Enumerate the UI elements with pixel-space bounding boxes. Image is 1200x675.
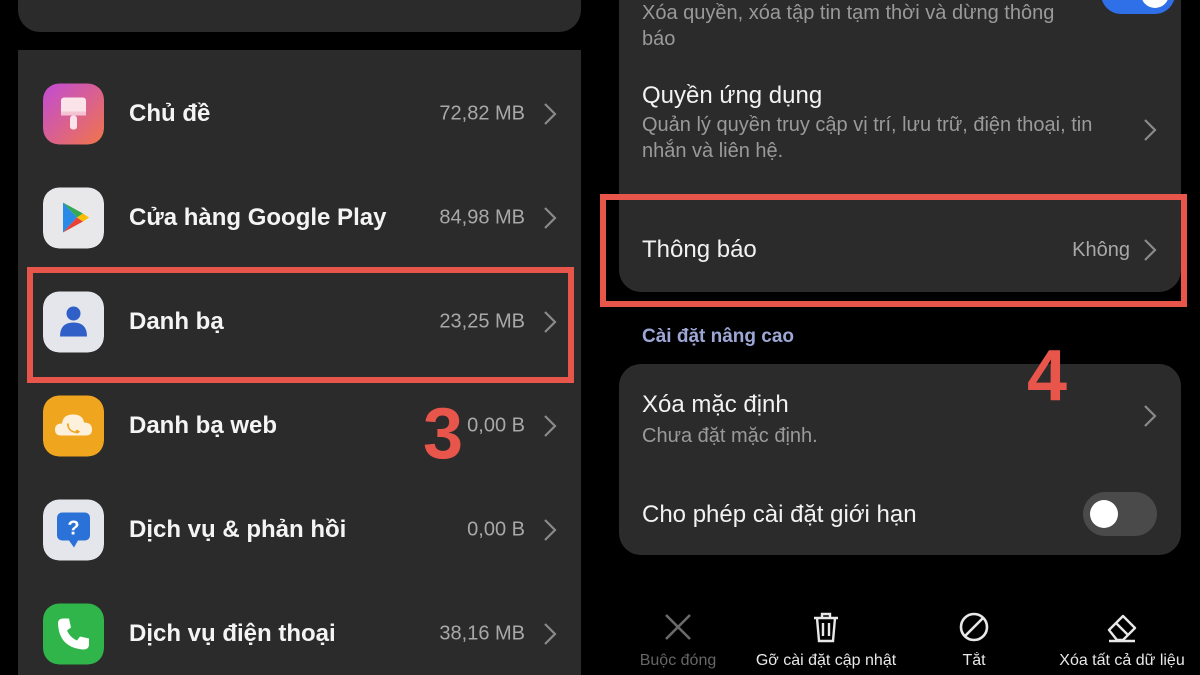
toggle-knob <box>1090 500 1118 528</box>
advanced-settings-header: Cài đặt nâng cao <box>642 326 795 347</box>
app-row-google-play[interactable]: Cửa hàng Google Play 84,98 MB <box>18 166 581 270</box>
eraser-icon <box>1107 614 1137 643</box>
clear-defaults-row[interactable]: Xóa mặc định Chưa đặt mặc định. <box>619 364 1181 464</box>
action-label: Gỡ cài đặt cập nhật <box>755 652 897 669</box>
app-name: Cửa hàng Google Play <box>129 204 387 231</box>
clear-defaults-title: Xóa mặc định <box>642 391 789 418</box>
app-name: Dịch vụ điện thoại <box>129 620 336 647</box>
app-size: 38,16 MB <box>439 622 525 645</box>
uninstall-updates-button[interactable]: Gỡ cài đặt cập nhật <box>751 610 901 672</box>
phone-handset-icon <box>43 603 104 665</box>
app-name: Danh bạ web <box>129 412 278 439</box>
app-name: Chủ đề <box>129 100 211 127</box>
app-name: Dịch vụ & phản hồi <box>129 516 347 543</box>
app-size: 0,00 B <box>467 414 525 437</box>
theme-brush-icon <box>43 83 104 145</box>
close-x-icon <box>665 614 691 640</box>
chevron-right-icon <box>543 622 557 646</box>
app-row-theme[interactable]: Chủ đề 72,82 MB <box>18 62 581 166</box>
app-permissions-row[interactable]: Quyền ứng dụng Quản lý quyền truy cập vị… <box>619 82 1181 186</box>
help-question-icon: ? <box>43 499 104 561</box>
action-label: Tắt <box>962 652 986 669</box>
step-4-highlight <box>600 194 1187 307</box>
app-permissions-title: Quyền ứng dụng <box>642 82 823 109</box>
clear-all-data-button[interactable]: Xóa tất cả dữ liệu <box>1047 610 1197 672</box>
svg-text:?: ? <box>67 518 79 540</box>
chevron-right-icon <box>543 414 557 438</box>
pause-app-toggle[interactable] <box>1101 0 1175 14</box>
force-stop-button[interactable]: Buộc đóng <box>603 610 753 672</box>
app-row-phone-services[interactable]: Dịch vụ điện thoại 38,16 MB <box>18 582 581 675</box>
advanced-card: Xóa mặc định Chưa đặt mặc định. Cho phép… <box>619 364 1181 555</box>
chevron-right-icon <box>1143 404 1157 428</box>
left-pane: Chủ đề 72,82 MB Cửa hàng Google Play 84,… <box>0 0 600 675</box>
step-3-highlight <box>27 267 574 383</box>
toggle-knob <box>1141 0 1169 8</box>
app-size: 0,00 B <box>467 518 525 541</box>
pause-app-description: Xóa quyền, xóa tập tin tạm thời và dừng … <box>642 2 1055 50</box>
app-permissions-sub: Quản lý quyền truy cập vị trí, lưu trữ, … <box>642 114 1093 162</box>
chevron-right-icon <box>543 102 557 126</box>
disable-button[interactable]: Tắt <box>899 610 1049 672</box>
step-3-label: 3 <box>423 394 464 474</box>
allow-restricted-title: Cho phép cài đặt giới hạn <box>642 501 917 528</box>
allow-restricted-toggle[interactable] <box>1083 492 1157 536</box>
right-pane: Xóa quyền, xóa tập tin tạm thời và dừng … <box>600 0 1200 675</box>
chevron-right-icon <box>543 518 557 542</box>
chevron-right-icon <box>543 206 557 230</box>
app-size: 84,98 MB <box>439 206 525 229</box>
chevron-right-icon <box>1143 118 1157 142</box>
action-label: Xóa tất cả dữ liệu <box>1059 652 1185 669</box>
bottom-action-bar: Buộc đóng Gỡ cài đặt cập nhật Tắt Xóa tấ… <box>600 600 1200 675</box>
previous-card <box>18 0 581 32</box>
app-size: 72,82 MB <box>439 102 525 125</box>
app-row-web-contacts[interactable]: Danh bạ web 0,00 B <box>18 374 581 478</box>
cloud-phone-icon <box>43 395 104 457</box>
app-row-services-feedback[interactable]: ? Dịch vụ & phản hồi 0,00 B <box>18 478 581 582</box>
google-play-icon <box>43 187 104 249</box>
trash-icon <box>814 612 838 643</box>
disable-icon <box>959 612 989 642</box>
step-4-label: 4 <box>1027 336 1068 416</box>
clear-defaults-sub: Chưa đặt mặc định. <box>642 425 818 447</box>
action-label: Buộc đóng <box>639 652 717 669</box>
